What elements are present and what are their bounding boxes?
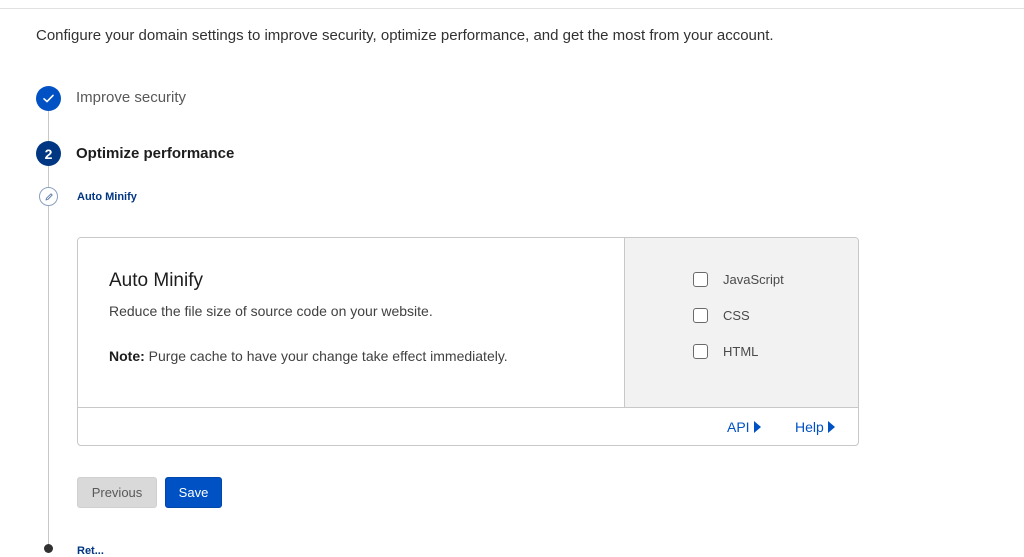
stepper-line: [48, 111, 49, 141]
checkmark-icon: [43, 94, 54, 103]
option-css[interactable]: CSS: [693, 308, 750, 323]
pencil-icon: [45, 192, 53, 200]
top-divider: [0, 8, 1024, 9]
help-link-label: Help: [795, 419, 824, 435]
step-improve-security[interactable]: Improve security: [76, 89, 186, 106]
api-link-label: API: [727, 419, 750, 435]
previous-button[interactable]: Previous: [77, 477, 157, 508]
step-complete-indicator: [36, 86, 61, 111]
option-javascript[interactable]: JavaScript: [693, 272, 784, 287]
save-button[interactable]: Save: [165, 477, 222, 508]
note-label: Note:: [109, 348, 145, 364]
step-number-badge: 2: [36, 141, 61, 166]
card-title: Auto Minify: [109, 270, 203, 291]
substep-indicator: [39, 187, 58, 206]
card-info-panel: Auto Minify Reduce the file size of sour…: [78, 238, 625, 408]
javascript-checkbox[interactable]: [693, 272, 708, 287]
substep-auto-minify[interactable]: Auto Minify: [77, 191, 137, 203]
html-label: HTML: [723, 344, 759, 359]
help-link[interactable]: Help: [795, 419, 835, 435]
card-description: Reduce the file size of source code on y…: [109, 303, 433, 319]
card-note: Note: Purge cache to have your change ta…: [109, 348, 508, 364]
option-html[interactable]: HTML: [693, 344, 758, 359]
auto-minify-card: Auto Minify Reduce the file size of sour…: [77, 237, 859, 446]
card-options-panel: JavaScript CSS HTML: [625, 238, 858, 408]
css-label: CSS: [723, 308, 750, 323]
note-text: Purge cache to have your change take eff…: [144, 348, 508, 364]
card-footer: API Help: [78, 408, 858, 445]
api-link[interactable]: API: [727, 419, 761, 435]
next-step-indicator: [44, 544, 53, 553]
intro-text: Configure your domain settings to improv…: [36, 27, 774, 44]
javascript-label: JavaScript: [723, 272, 784, 287]
stepper-line: [48, 205, 49, 545]
caret-right-icon: [827, 421, 835, 433]
caret-right-icon: [753, 421, 761, 433]
html-checkbox[interactable]: [693, 344, 708, 359]
stepper-line: [48, 166, 49, 187]
css-checkbox[interactable]: [693, 308, 708, 323]
next-step-label[interactable]: Ret...: [77, 545, 104, 557]
step-optimize-performance: Optimize performance: [76, 145, 235, 162]
